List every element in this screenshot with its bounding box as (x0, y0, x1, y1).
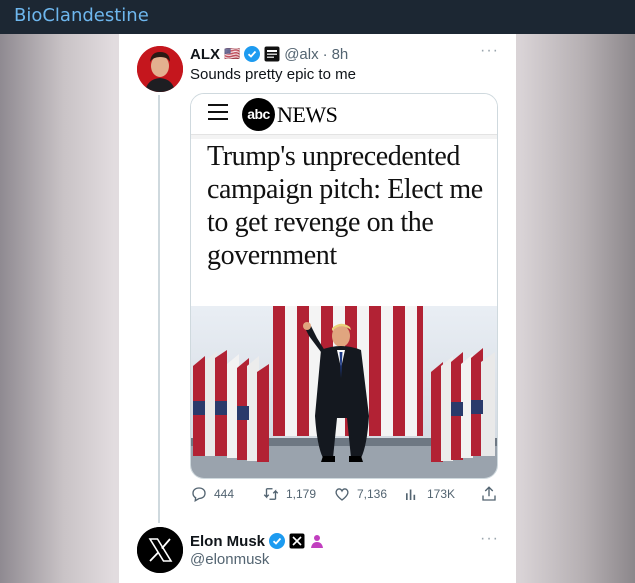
tweet-text: Sounds pretty epic to me (190, 66, 356, 83)
share-action[interactable] (480, 485, 498, 503)
verified-badge-icon (244, 46, 261, 62)
us-flag-icon: 🇺🇸 (224, 46, 241, 61)
share-upload-icon (482, 486, 496, 501)
verified-badge-icon (269, 533, 286, 549)
article-headline: Trump's unprecedented campaign pitch: El… (207, 141, 483, 271)
abc-news-logo: abc NEWS (242, 98, 338, 131)
tweet-action-bar: 444 1,179 7,136 173K (190, 485, 498, 505)
article-photo (191, 306, 497, 478)
retweet-action[interactable]: 1,179 (262, 485, 316, 503)
author-display-name[interactable]: ALX (190, 46, 220, 63)
reply-icon (192, 487, 206, 503)
elon-avatar[interactable] (137, 527, 183, 573)
like-action[interactable]: 7,136 (333, 485, 387, 503)
thread-connector-line (158, 95, 160, 523)
reply-more-options-icon[interactable]: ··· (480, 530, 499, 548)
tweet-timestamp[interactable]: 8h (332, 46, 349, 63)
alx-avatar[interactable] (137, 46, 183, 92)
tweet-more-options-icon[interactable]: ··· (480, 42, 499, 60)
affiliate-badge-icon (264, 46, 280, 62)
view-count: 173K (427, 487, 456, 501)
embedded-article-card[interactable]: abc NEWS Trump's unprecedented campaign … (190, 93, 498, 479)
article-site-header: abc NEWS (191, 94, 497, 135)
like-count: 7,136 (357, 487, 388, 501)
time-separator: · (322, 45, 328, 63)
reply-action[interactable]: 444 (190, 485, 234, 503)
reply-header: Elon Musk (190, 531, 325, 551)
retweet-icon (263, 488, 279, 500)
analytics-bars-icon (406, 489, 416, 500)
reply-handle[interactable]: @elonmusk (190, 551, 269, 568)
abc-logo-badge: abc (242, 98, 275, 131)
rally-photo-image (191, 306, 497, 478)
x-affiliate-badge-icon (289, 533, 305, 549)
reply-display-name[interactable]: Elon Musk (190, 533, 265, 550)
reply-count: 444 (214, 487, 235, 501)
hamburger-menu-icon (208, 104, 228, 122)
header-divider (191, 135, 497, 139)
views-action[interactable]: 173K (403, 485, 455, 503)
author-handle[interactable]: @alx (284, 46, 318, 63)
government-person-icon (311, 535, 324, 548)
avatar-portrait-icon (137, 46, 183, 92)
x-logo-icon (137, 527, 183, 573)
channel-title[interactable]: BioClandestine (0, 0, 635, 34)
tweet-header: ALX 🇺🇸 @alx · 8h (190, 44, 348, 64)
heart-icon (335, 488, 349, 501)
abc-logo-wordmark: NEWS (277, 101, 338, 127)
retweet-count: 1,179 (286, 487, 317, 501)
